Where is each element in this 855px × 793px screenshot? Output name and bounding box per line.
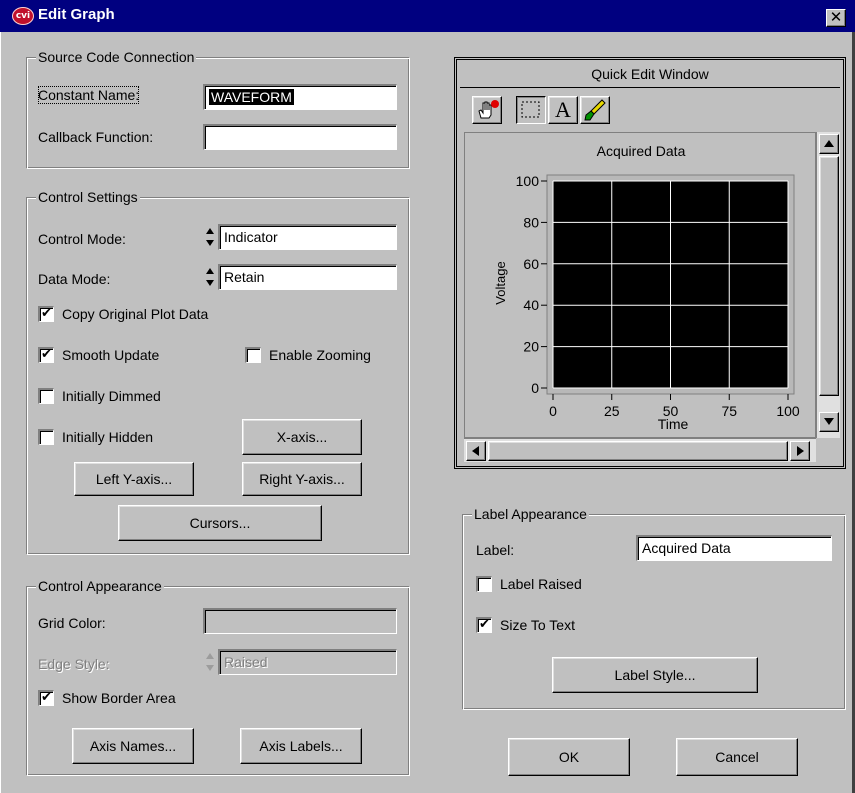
- control-settings-group-title: Control Settings: [36, 189, 140, 205]
- data-mode-spinner[interactable]: [203, 264, 217, 290]
- scroll-right-button[interactable]: [790, 441, 810, 461]
- spin-up-icon[interactable]: [203, 264, 217, 277]
- spin-down-icon: [203, 662, 217, 675]
- app-logo-icon: cvi: [12, 7, 34, 25]
- arrow-left-icon: [472, 446, 479, 456]
- edge-style-field: Raised: [218, 649, 397, 675]
- left-y-axis-button[interactable]: Left Y-axis...: [74, 462, 194, 496]
- y-tick-label: 40: [523, 297, 539, 313]
- initially-dimmed-checkbox[interactable]: [38, 388, 54, 404]
- graph-y-axis-title: Voltage: [493, 261, 508, 304]
- label-raised-checkbox[interactable]: [476, 576, 492, 592]
- y-tick-label: 100: [516, 173, 540, 189]
- arrow-right-icon: [797, 446, 804, 456]
- callback-function-label: Callback Function:: [38, 129, 154, 145]
- hand-pointer-icon[interactable]: [472, 96, 502, 124]
- control-mode-label: Control Mode:: [38, 231, 126, 247]
- x-axis-button[interactable]: X-axis...: [242, 419, 362, 455]
- cancel-button[interactable]: Cancel: [676, 738, 798, 776]
- graph-title: Acquired Data: [597, 143, 686, 159]
- copy-original-label[interactable]: Copy Original Plot Data: [62, 305, 208, 323]
- constant-name-label-text: Constant Name:: [38, 87, 140, 103]
- y-tick-label: 20: [523, 339, 539, 355]
- show-border-label[interactable]: Show Border Area: [62, 689, 176, 707]
- control-settings-group: [26, 197, 410, 555]
- arrow-up-icon: [824, 140, 834, 147]
- window-title: Edit Graph: [38, 6, 115, 23]
- initially-dimmed-label[interactable]: Initially Dimmed: [62, 387, 161, 405]
- source-code-group-title: Source Code Connection: [36, 49, 197, 65]
- control-mode-field[interactable]: Indicator: [218, 224, 397, 250]
- smooth-update-label[interactable]: Smooth Update: [62, 346, 159, 364]
- grid-color-field[interactable]: [203, 608, 397, 634]
- vertical-scrollbar[interactable]: [816, 132, 840, 438]
- constant-name-label: Constant Name:: [38, 86, 140, 104]
- text-tool-glyph: A: [555, 97, 571, 122]
- selection-rect-icon[interactable]: [516, 96, 546, 124]
- label-text-field[interactable]: Acquired Data: [636, 535, 832, 561]
- spin-down-icon[interactable]: [203, 277, 217, 290]
- graph-svg: Acquired Data Voltage Time 0 25 50 75 100020…: [493, 143, 800, 432]
- x-tick-label: 100: [776, 403, 800, 419]
- text-tool-icon[interactable]: A: [548, 96, 578, 124]
- close-button[interactable]: ✕: [826, 9, 846, 27]
- scroll-thumb-vertical[interactable]: [819, 156, 839, 396]
- smooth-update-checkbox[interactable]: ✔: [38, 347, 54, 363]
- spin-up-icon: [203, 649, 217, 662]
- axis-labels-button[interactable]: Axis Labels...: [240, 728, 362, 764]
- copy-original-checkbox[interactable]: ✔: [38, 306, 54, 322]
- enable-zooming-label[interactable]: Enable Zooming: [269, 346, 371, 364]
- label-label: Label:: [476, 542, 515, 558]
- label-raised-label[interactable]: Label Raised: [500, 575, 582, 593]
- right-y-axis-button[interactable]: Right Y-axis...: [242, 462, 362, 496]
- initially-hidden-checkbox[interactable]: [38, 429, 54, 445]
- size-to-text-label[interactable]: Size To Text: [500, 616, 575, 634]
- data-mode-field[interactable]: Retain: [218, 264, 397, 290]
- x-tick-label: 50: [663, 403, 679, 419]
- spin-up-icon[interactable]: [203, 224, 217, 237]
- y-tick-label: 60: [523, 256, 539, 272]
- paint-brush-icon[interactable]: [580, 96, 610, 124]
- label-appearance-group-title: Label Appearance: [472, 506, 589, 522]
- callback-function-field[interactable]: [203, 124, 397, 150]
- window-left-border: [0, 32, 3, 793]
- y-tick-label: 80: [523, 214, 539, 230]
- x-tick-label: 0: [549, 403, 557, 419]
- initially-hidden-label[interactable]: Initially Hidden: [62, 428, 153, 446]
- x-tick-label: 75: [721, 403, 737, 419]
- spin-down-icon[interactable]: [203, 237, 217, 250]
- scroll-thumb-horizontal[interactable]: [488, 441, 788, 461]
- show-border-checkbox[interactable]: ✔: [38, 690, 54, 706]
- ok-button[interactable]: OK: [508, 738, 630, 776]
- scroll-down-button[interactable]: [819, 412, 839, 432]
- size-to-text-checkbox[interactable]: ✔: [476, 617, 492, 633]
- edge-style-label: Edge Style:: [38, 656, 110, 672]
- scroll-up-button[interactable]: [819, 134, 839, 154]
- enable-zooming-checkbox[interactable]: [245, 347, 261, 363]
- control-appearance-group-title: Control Appearance: [36, 578, 164, 594]
- constant-name-value: WAVEFORM: [209, 89, 294, 105]
- edge-style-spinner: [203, 649, 217, 675]
- graph-plot-layer: 0 25 50 75 100 0 20 40 60 80 100: [516, 173, 800, 419]
- data-mode-label: Data Mode:: [38, 271, 111, 287]
- label-style-button[interactable]: Label Style...: [552, 657, 758, 693]
- cursors-button[interactable]: Cursors...: [118, 505, 322, 541]
- horizontal-scrollbar[interactable]: [464, 438, 816, 462]
- graph-panel: Acquired Data Voltage Time 0 25 50 75 100 0 20…: [464, 132, 816, 438]
- source-code-group: [26, 57, 410, 169]
- quick-edit-toolbar: A: [460, 88, 840, 132]
- title-bar: cvi Edit Graph ✕: [0, 0, 855, 32]
- x-tick-label: 25: [604, 403, 620, 419]
- scroll-left-button[interactable]: [466, 441, 486, 461]
- y-tick-label: 0: [531, 380, 539, 396]
- grid-color-label: Grid Color:: [38, 615, 106, 631]
- constant-name-field[interactable]: WAVEFORM: [203, 84, 397, 110]
- arrow-down-icon: [824, 418, 834, 425]
- quick-edit-title: Quick Edit Window: [460, 62, 840, 88]
- axis-names-button[interactable]: Axis Names...: [72, 728, 194, 764]
- control-mode-spinner[interactable]: [203, 224, 217, 250]
